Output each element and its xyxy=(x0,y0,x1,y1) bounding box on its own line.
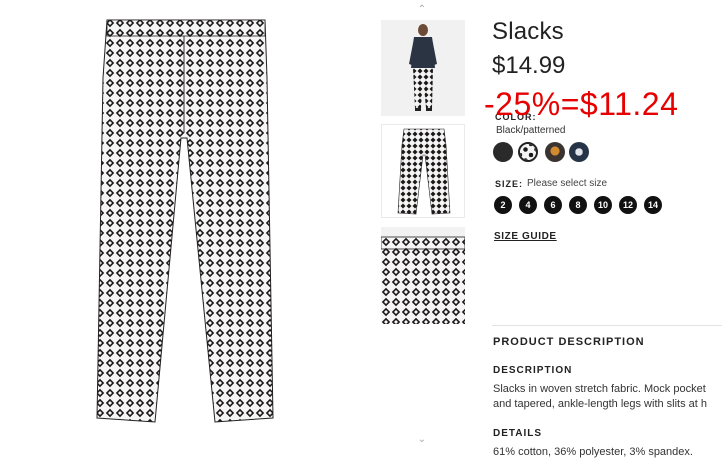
section-divider xyxy=(492,325,722,326)
description-text-line-2: and tapered, ankle-length legs with slit… xyxy=(493,398,708,410)
size-option-14[interactable]: 14 xyxy=(644,196,662,214)
description-text-line-1: Slacks in woven stretch fabric. Mock poc… xyxy=(493,383,706,395)
details-heading: DETAILS xyxy=(493,428,543,439)
product-description-heading[interactable]: PRODUCT DESCRIPTION xyxy=(493,336,645,348)
thumbnail-model[interactable] xyxy=(381,20,465,116)
thumbnail-slacks[interactable] xyxy=(381,124,465,218)
size-option-2[interactable]: 2 xyxy=(494,196,512,214)
main-product-image[interactable] xyxy=(95,18,275,428)
color-value: Black/patterned xyxy=(496,125,566,136)
product-title: Slacks xyxy=(492,18,564,45)
chevron-down-icon[interactable]: ⌄ xyxy=(416,434,428,445)
chevron-up-icon[interactable]: ⌃ xyxy=(416,4,428,15)
details-text: 61% cotton, 36% polyester, 3% spandex. xyxy=(493,446,693,458)
size-option-6[interactable]: 6 xyxy=(544,196,562,214)
description-heading: DESCRIPTION xyxy=(493,365,573,376)
size-option-8[interactable]: 8 xyxy=(569,196,587,214)
size-option-12[interactable]: 12 xyxy=(619,196,637,214)
size-option-10[interactable]: 10 xyxy=(594,196,612,214)
color-swatch-black-patterned[interactable] xyxy=(518,142,538,162)
discount-overlay: -25%=$11.24 xyxy=(484,86,679,122)
size-option-4[interactable]: 4 xyxy=(519,196,537,214)
size-label: SIZE: xyxy=(495,179,524,189)
size-hint: Please select size xyxy=(527,178,608,189)
color-swatch-orange-patterned[interactable] xyxy=(545,142,565,162)
color-swatch-navy-patterned[interactable] xyxy=(569,142,589,162)
color-swatch-black[interactable] xyxy=(493,142,513,162)
product-price: $14.99 xyxy=(492,52,566,79)
size-guide-link[interactable]: SIZE GUIDE xyxy=(494,231,557,242)
swatch-pattern xyxy=(520,144,536,160)
thumbnail-fabric-detail[interactable] xyxy=(381,227,465,324)
